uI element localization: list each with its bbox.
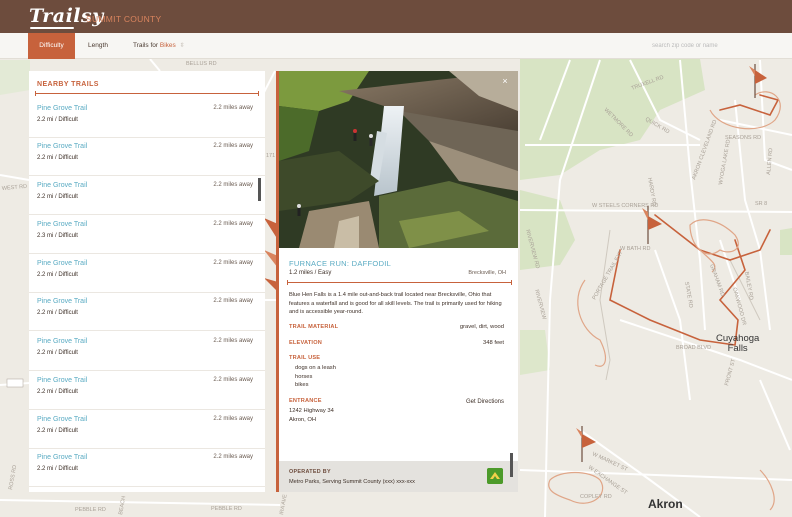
trail-name-link[interactable]: Pine Grove Trail: [37, 143, 87, 150]
list-scrollbar[interactable]: [258, 178, 261, 201]
trail-name-link[interactable]: Pine Grove Trail: [37, 454, 87, 461]
svg-text:PEBBLE RD: PEBBLE RD: [211, 506, 242, 512]
list-item[interactable]: Pine Grove Trail 2.2 miles away 2.2 mi /…: [29, 372, 265, 410]
trail-meta: 2.3 mi / Difficult: [37, 233, 78, 239]
search-input[interactable]: [642, 38, 760, 54]
svg-text:BROAD BLVD: BROAD BLVD: [676, 345, 711, 351]
trail-marker[interactable]: [640, 206, 664, 244]
trail-distance: 2.2 miles away: [213, 143, 253, 149]
logo-underline: [30, 27, 74, 29]
tab-length[interactable]: Length: [78, 33, 118, 59]
trail-name-link[interactable]: Pine Grove Trail: [37, 298, 87, 305]
trail-distance: 2.2 miles away: [213, 454, 253, 460]
panel-title: NEARBY TRAILS: [37, 81, 99, 88]
map-city-label: Cuyahoga Falls: [716, 333, 760, 354]
list-item[interactable]: Pine Grove Trail 2.2 miles away 2.2 mi /…: [29, 138, 265, 176]
operated-by-footer: OPERATED BY Metro Parks, Serving Summit …: [279, 461, 518, 492]
trail-meta: 2.2 mi / Difficult: [37, 350, 78, 356]
elevation-value: 348 feet: [483, 340, 504, 346]
svg-text:SR 8: SR 8: [755, 201, 767, 207]
select-caret-icon: ⇳: [179, 43, 185, 49]
divider: [287, 280, 512, 285]
trail-name-link[interactable]: Pine Grove Trail: [37, 416, 87, 423]
trail-meta: 2.2 mi / Difficult: [37, 194, 78, 200]
elevation-label: ELEVATION: [289, 340, 322, 346]
map-label: BELLUS RD: [186, 61, 217, 67]
map-city-label: Akron: [648, 497, 683, 511]
trail-meta: 2.2 mi / Difficult: [37, 272, 78, 278]
material-value: gravel, dirt, wood: [459, 324, 504, 330]
material-label: TRAIL MATERIAL: [289, 324, 339, 330]
entrance-address: 1242 Highway 34 Akron, OH: [289, 408, 334, 423]
trail-distance: 2.2 miles away: [213, 338, 253, 344]
list-item[interactable]: Pine Grove Trail 2.2 miles away 2.2 mi /…: [29, 333, 265, 371]
trail-detail-panel: × FURNACE RUN: DAFFODIL 1.2 miles / Easy…: [279, 71, 518, 492]
filter-bar: Difficulty Length Trails for Bikes ⇳: [0, 33, 792, 59]
trails-for-value: Bikes: [159, 42, 176, 49]
trail-marker[interactable]: [572, 426, 598, 462]
list-item[interactable]: Pine Grove Trail 2.2 miles away 2.3 mi /…: [29, 216, 265, 254]
trails-for-select[interactable]: Trails for Bikes ⇳: [133, 33, 185, 59]
entrance-label: ENTRANCE: [289, 398, 322, 404]
trail-name-link[interactable]: Pine Grove Trail: [37, 260, 87, 267]
get-directions-link[interactable]: Get Directions: [466, 399, 504, 405]
trail-description: Blue Hen Falls is a 1.4 mile out-and-bac…: [289, 292, 502, 316]
list-item[interactable]: Pine Grove Trail 2.2 miles away 2.2 mi /…: [29, 411, 265, 449]
trails-for-label: Trails for: [133, 42, 159, 49]
close-icon[interactable]: ×: [500, 76, 510, 86]
trail-use-label: TRAIL USE: [289, 355, 321, 361]
list-item[interactable]: Pine Grove Trail 2.2 miles away 2.2 mi /…: [29, 177, 265, 215]
trail-meta: 2.2 mi / Difficult: [37, 155, 78, 161]
nearby-trails-panel: NEARBY TRAILS Pine Grove Trail 2.2 miles…: [29, 71, 265, 492]
trail-photo: [279, 71, 518, 248]
trail-distance: 2.2 miles away: [213, 105, 253, 111]
trail-distance: 2.2 miles away: [213, 377, 253, 383]
divider: [35, 91, 259, 96]
svg-text:W BATH RD: W BATH RD: [620, 246, 650, 252]
trail-distance: 2.2 miles away: [213, 182, 253, 188]
list-item[interactable]: Pine Grove Trail 2.2 miles away 2.2 mi /…: [29, 100, 265, 138]
list-item[interactable]: Pine Grove Trail 2.2 miles away 2.2 mi /…: [29, 293, 265, 331]
trail-name-link[interactable]: Pine Grove Trail: [37, 182, 87, 189]
trail-use-item: horses: [295, 373, 313, 380]
trail-use-item: dogs on a leash: [295, 365, 336, 371]
list-item[interactable]: Pine Grove Trail 2.2 miles away 2.2 mi /…: [29, 449, 265, 487]
trail-distance: 2.2 miles away: [213, 416, 253, 422]
operator-text: Metro Parks, Serving Summit County (xxx)…: [289, 479, 415, 485]
trail-marker[interactable]: [745, 64, 769, 98]
trail-meta: 2.2 mi / Difficult: [37, 389, 78, 395]
list-item[interactable]: Pine Grove Trail 2.2 miles away 2.2 mi /…: [29, 255, 265, 293]
trail-meta: 2.2 mi / Difficult: [37, 466, 78, 472]
trail-meta: 2.2 mi / Difficult: [37, 428, 78, 434]
svg-text:COPLEY RD: COPLEY RD: [580, 494, 612, 500]
svg-text:PEBBLE RD: PEBBLE RD: [75, 507, 106, 513]
trail-title: FURNACE RUN: DAFFODIL: [289, 259, 392, 268]
app-header: Trailsy SUMMIT COUNTY: [0, 0, 792, 33]
trail-distance: 2.2 miles away: [213, 298, 253, 304]
trail-meta: 2.2 mi / Difficult: [37, 117, 78, 123]
detail-scrollbar[interactable]: [510, 453, 513, 477]
trail-use-list: dogs on a leash horses bikes: [295, 364, 336, 390]
trail-location: Brecksville, OH: [468, 270, 506, 276]
trail-distance: 2.2 miles away: [213, 260, 253, 266]
trail-use-item: bikes: [295, 382, 309, 388]
trail-name-link[interactable]: Pine Grove Trail: [37, 105, 87, 112]
trail-subtitle: 1.2 miles / Easy: [289, 270, 332, 276]
metro-parks-logo-icon: [487, 468, 503, 484]
trail-meta: 2.2 mi / Difficult: [37, 310, 78, 316]
trail-distance: 2.2 miles away: [213, 221, 253, 227]
county-label: SUMMIT COUNTY: [86, 14, 162, 24]
tab-difficulty[interactable]: Difficulty: [28, 33, 75, 59]
trail-name-link[interactable]: Pine Grove Trail: [37, 221, 87, 228]
trail-name-link[interactable]: Pine Grove Trail: [37, 338, 87, 345]
svg-text:171: 171: [266, 153, 275, 159]
svg-text:SEASONS RD: SEASONS RD: [725, 135, 761, 141]
operated-label: OPERATED BY: [289, 469, 331, 475]
trail-name-link[interactable]: Pine Grove Trail: [37, 377, 87, 384]
